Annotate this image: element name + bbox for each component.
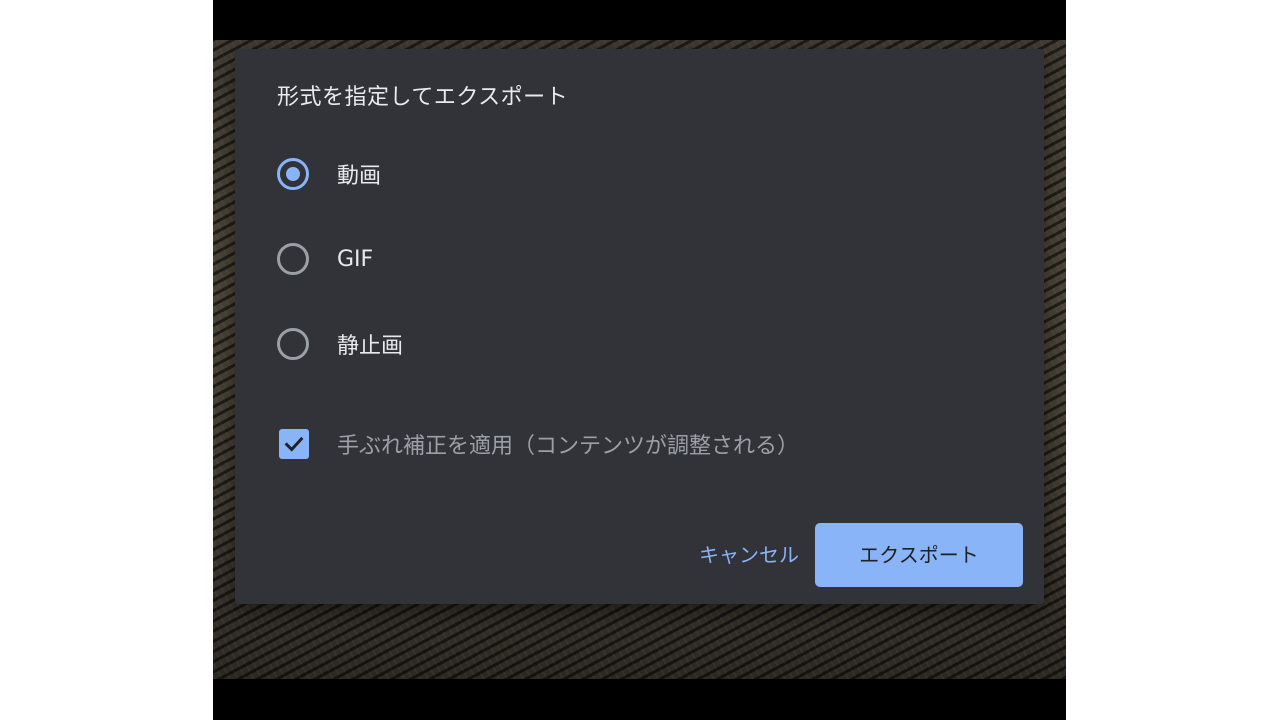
- stabilize-option[interactable]: 手ぶれ補正を適用（コンテンツが調整される）: [279, 424, 799, 464]
- cancel-button[interactable]: キャンセル: [687, 523, 811, 587]
- radio-gif[interactable]: [277, 243, 309, 275]
- option-still-label: 静止画: [337, 334, 404, 359]
- radio-video[interactable]: [277, 158, 309, 190]
- radio-still[interactable]: [277, 328, 309, 360]
- option-gif-label: GIF: [337, 246, 374, 272]
- phone-screen: 形式を指定してエクスポート 動画 GIF 静止画 手ぶれ補正を適用（コンテンツが…: [213, 0, 1066, 720]
- option-gif[interactable]: GIF: [277, 239, 373, 279]
- option-still[interactable]: 静止画: [277, 324, 403, 364]
- stabilize-label: 手ぶれ補正を適用（コンテンツが調整される）: [337, 434, 800, 459]
- check-icon: [284, 436, 304, 452]
- export-button[interactable]: エクスポート: [815, 523, 1023, 587]
- export-dialog: 形式を指定してエクスポート 動画 GIF 静止画 手ぶれ補正を適用（コンテンツが…: [235, 49, 1044, 604]
- option-video[interactable]: 動画: [277, 154, 381, 194]
- dialog-title: 形式を指定してエクスポート: [277, 85, 569, 110]
- stabilize-checkbox[interactable]: [279, 429, 309, 459]
- option-video-label: 動画: [337, 164, 382, 189]
